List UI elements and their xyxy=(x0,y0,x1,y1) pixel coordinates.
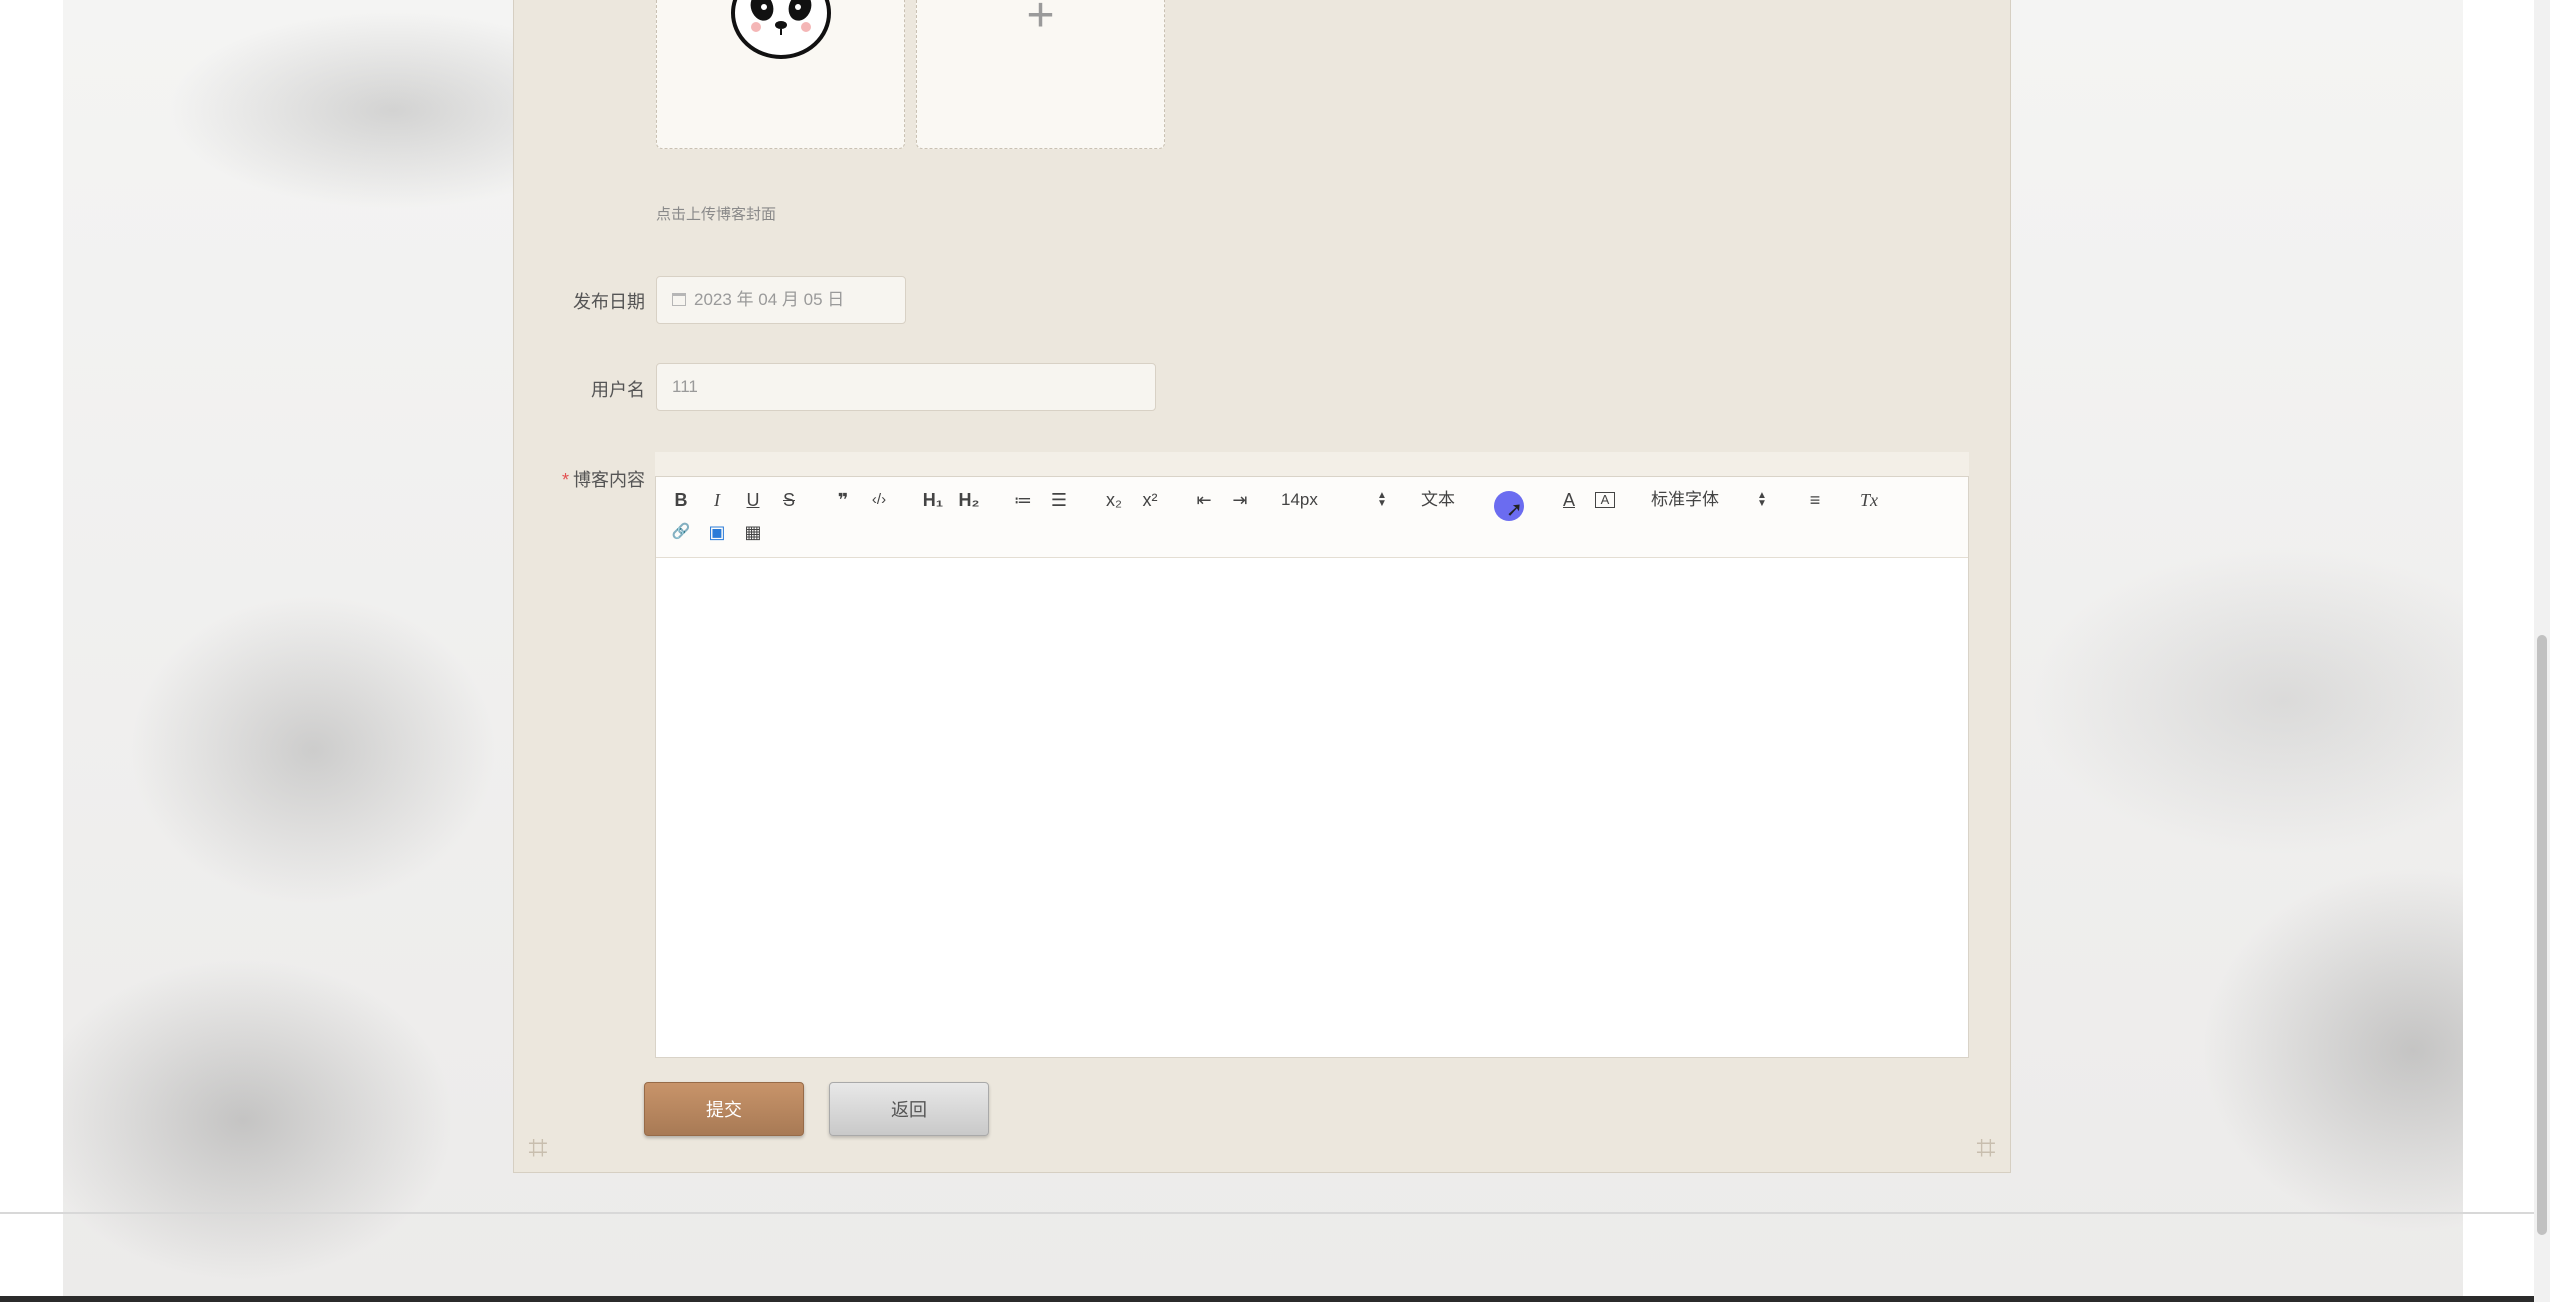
strike-button[interactable]: S xyxy=(774,487,804,513)
editor-content-area[interactable] xyxy=(656,558,1968,1057)
username-value: 111 xyxy=(672,377,698,396)
cover-upload-hint: 点击上传博客封面 xyxy=(656,206,777,223)
panda-avatar xyxy=(731,0,831,59)
outdent-button[interactable]: ⇤ xyxy=(1189,487,1219,513)
indent-button[interactable]: ⇥ xyxy=(1225,487,1255,513)
editor-top-strip xyxy=(655,452,1969,476)
video-icon[interactable]: ▦ xyxy=(738,519,768,545)
username-label: 用户名 xyxy=(591,380,645,400)
publish-date-field[interactable]: 2023 年 04 月 05 日 xyxy=(656,276,906,324)
rich-text-editor: B I U S ❞ ‹/› H₁ H₂ ≔ ☰ x₂ x² ⇤ ⇥ 14px ▲… xyxy=(655,476,1969,1058)
code-block-button[interactable]: ‹/› xyxy=(864,487,894,513)
image-icon[interactable]: ▣ xyxy=(702,519,732,545)
font-size-arrows-icon: ▲ ▼ xyxy=(1377,490,1387,509)
required-mark: * xyxy=(561,470,569,490)
link-icon[interactable]: 🔗 xyxy=(666,519,696,545)
clear-format-button[interactable]: Tx xyxy=(1854,487,1884,513)
bold-button[interactable]: B xyxy=(666,487,696,513)
underline-button[interactable]: U xyxy=(738,487,768,513)
blockquote-button[interactable]: ❞ xyxy=(828,487,858,513)
heading1-button[interactable]: H₁ xyxy=(918,487,948,513)
content-label: * 博客内容 xyxy=(561,470,645,490)
background-color-button[interactable]: A xyxy=(1590,487,1620,513)
publish-date-label: 发布日期 xyxy=(573,292,645,312)
corner-ornament: ⌗ xyxy=(1976,1129,1996,1167)
heading2-button[interactable]: H₂ xyxy=(954,487,984,513)
cover-image-preview[interactable] xyxy=(656,0,905,149)
align-button[interactable]: ≡ xyxy=(1800,487,1830,513)
subscript-button[interactable]: x₂ xyxy=(1099,487,1129,513)
submit-button[interactable]: 提交 xyxy=(644,1082,804,1136)
plus-icon: + xyxy=(1026,0,1055,42)
italic-button[interactable]: I xyxy=(702,487,732,513)
font-family-arrows-icon: ▲ ▼ xyxy=(1757,490,1767,509)
cover-upload-button[interactable]: + xyxy=(916,0,1165,149)
font-size-select[interactable]: 14px xyxy=(1281,487,1391,513)
font-family-select[interactable]: 标准字体 xyxy=(1651,487,1771,513)
back-button[interactable]: 返回 xyxy=(829,1082,989,1136)
footer-bar xyxy=(0,1296,2550,1302)
corner-ornament: ⌗ xyxy=(528,1129,548,1167)
editor-toolbar: B I U S ❞ ‹/› H₁ H₂ ≔ ☰ x₂ x² ⇤ ⇥ 14px ▲… xyxy=(656,477,1968,558)
superscript-button[interactable]: x² xyxy=(1135,487,1165,513)
username-field[interactable]: 111 xyxy=(656,363,1156,411)
font-color-button[interactable]: A xyxy=(1554,487,1584,513)
mouse-cursor-icon: ➚ xyxy=(1506,499,1523,521)
page-scrollbar[interactable] xyxy=(2534,0,2550,1302)
publish-date-value: 2023 年 04 月 05 日 xyxy=(694,290,845,309)
calendar-icon xyxy=(672,293,686,306)
ordered-list-button[interactable]: ≔ xyxy=(1008,487,1038,513)
text-label: 文本 xyxy=(1421,490,1455,509)
footer-divider xyxy=(0,1212,2550,1214)
bullet-list-button[interactable]: ☰ xyxy=(1044,487,1074,513)
scrollbar-thumb[interactable] xyxy=(2537,635,2547,1235)
